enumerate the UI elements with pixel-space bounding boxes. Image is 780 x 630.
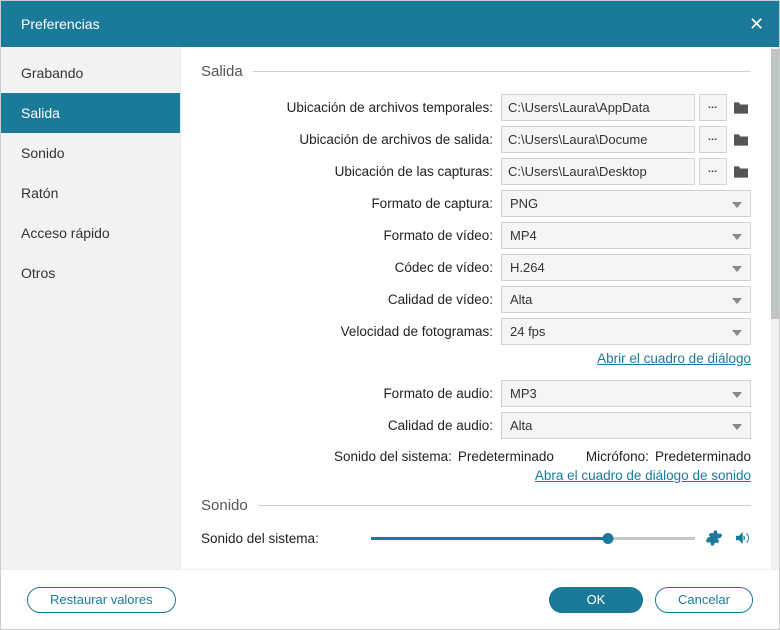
chevron-down-icon [732,228,742,243]
select-capture-format[interactable]: PNG [501,190,751,217]
row-frame-rate: Velocidad de fotogramas: 24 fps [201,318,751,345]
sidebar: Grabando Salida Sonido Ratón Acceso rápi… [1,47,181,569]
row-audio-format: Formato de audio: MP3 [201,380,751,407]
row-capture-format: Formato de captura: PNG [201,190,751,217]
row-video-format: Formato de vídeo: MP4 [201,222,751,249]
chevron-down-icon [732,386,742,401]
chevron-down-icon [732,324,742,339]
label-audio-format: Formato de audio: [201,386,501,401]
row-audio-quality: Calidad de audio: Alta [201,412,751,439]
gear-icon[interactable] [705,529,723,547]
close-icon[interactable] [749,16,765,32]
label-capture-format: Formato de captura: [201,196,501,211]
browse-button[interactable] [699,158,727,185]
section-heading-sound: Sonido [201,497,751,514]
open-sound-dialog-link[interactable]: Abra el cuadro de diálogo de sonido [535,468,751,483]
select-value: MP3 [510,386,537,401]
sidebar-item-sound[interactable]: Sonido [1,133,180,173]
divider [253,71,751,72]
select-audio-format[interactable]: MP3 [501,380,751,407]
sidebar-item-others[interactable]: Otros [1,253,180,293]
select-value: PNG [510,196,538,211]
label-screenshot-path: Ubicación de las capturas: [201,164,501,179]
label-frame-rate: Velocidad de fotogramas: [201,324,501,339]
label-audio-quality: Calidad de audio: [201,418,501,433]
row-video-codec: Códec de vídeo: H.264 [201,254,751,281]
select-video-format[interactable]: MP4 [501,222,751,249]
value-microphone: Predeterminado [655,449,751,464]
sidebar-item-shortcuts[interactable]: Acceso rápido [1,213,180,253]
label-video-codec: Códec de vídeo: [201,260,501,275]
folder-icon[interactable] [731,94,751,121]
ok-button[interactable]: OK [549,587,643,613]
select-value: Alta [510,418,532,433]
body: Grabando Salida Sonido Ratón Acceso rápi… [1,47,779,569]
input-output-path[interactable]: C:\Users\Laura\Docume [501,126,695,153]
section-heading-sound-label: Sonido [201,497,248,514]
section-heading-output: Salida [201,63,751,80]
preferences-window: Preferencias Grabando Salida Sonido Rató… [0,0,780,630]
row-system-sound-slider: Sonido del sistema: [201,528,751,548]
restore-defaults-button[interactable]: Restaurar valores [27,587,176,613]
browse-button[interactable] [699,94,727,121]
input-temp-path[interactable]: C:\Users\Laura\AppData [501,94,695,121]
sidebar-item-recording[interactable]: Grabando [1,53,180,93]
sidebar-item-mouse[interactable]: Ratón [1,173,180,213]
folder-icon[interactable] [731,158,751,185]
cancel-button[interactable]: Cancelar [655,587,753,613]
audio-defaults-info: Sonido del sistema: Predeterminado Micró… [201,449,751,464]
input-screenshot-path[interactable]: C:\Users\Laura\Desktop [501,158,695,185]
value-system-sound: Predeterminado [458,449,554,464]
row-video-quality: Calidad de vídeo: Alta [201,286,751,313]
footer: Restaurar valores OK Cancelar [1,569,779,629]
folder-icon[interactable] [731,126,751,153]
sidebar-item-output[interactable]: Salida [1,93,180,133]
label-temp-path: Ubicación de archivos temporales: [201,100,501,115]
titlebar: Preferencias [1,1,779,47]
select-video-quality[interactable]: Alta [501,286,751,313]
select-value: Alta [510,292,532,307]
browse-button[interactable] [699,126,727,153]
scrollbar[interactable] [771,47,779,569]
row-output-path: Ubicación de archivos de salida: C:\User… [201,126,751,153]
open-dialog-link[interactable]: Abrir el cuadro de diálogo [597,351,751,366]
row-temp-path: Ubicación de archivos temporales: C:\Use… [201,94,751,121]
divider [258,505,751,506]
select-video-codec[interactable]: H.264 [501,254,751,281]
slider-thumb[interactable] [602,533,613,544]
section-heading-output-label: Salida [201,63,243,80]
label-system-sound: Sonido del sistema: [334,449,452,464]
chevron-down-icon [732,418,742,433]
select-value: H.264 [510,260,545,275]
scrollbar-thumb[interactable] [771,49,779,319]
select-value: 24 fps [510,324,545,339]
label-system-sound-slider: Sonido del sistema: [201,531,361,546]
speaker-icon[interactable] [733,529,751,547]
label-video-quality: Calidad de vídeo: [201,292,501,307]
system-sound-slider[interactable] [371,528,695,548]
chevron-down-icon [732,292,742,307]
window-title: Preferencias [21,16,100,32]
content[interactable]: Salida Ubicación de archivos temporales:… [181,47,779,569]
select-frame-rate[interactable]: 24 fps [501,318,751,345]
select-value: MP4 [510,228,537,243]
select-audio-quality[interactable]: Alta [501,412,751,439]
label-microphone: Micrófono: [586,449,649,464]
chevron-down-icon [732,260,742,275]
content-wrap: Salida Ubicación de archivos temporales:… [181,47,779,569]
chevron-down-icon [732,196,742,211]
row-screenshot-path: Ubicación de las capturas: C:\Users\Laur… [201,158,751,185]
label-video-format: Formato de vídeo: [201,228,501,243]
label-output-path: Ubicación de archivos de salida: [201,132,501,147]
